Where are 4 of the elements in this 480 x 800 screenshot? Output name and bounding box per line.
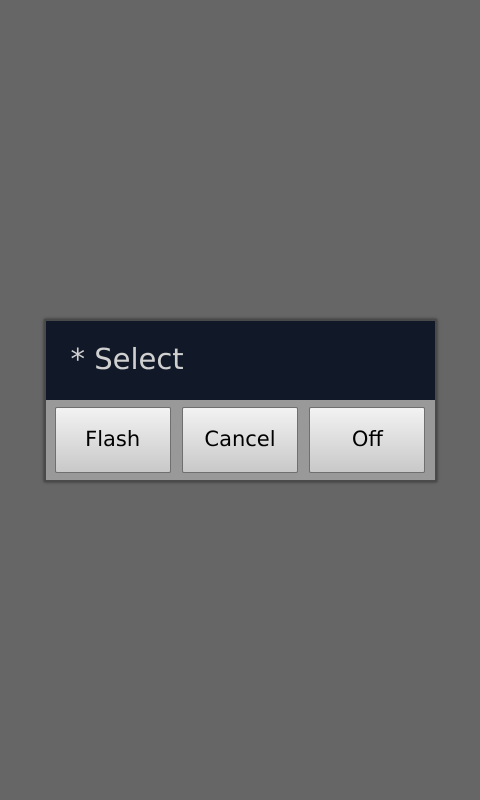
dialog-button[interactable]: Flash	[54, 406, 171, 472]
dialog-title: * Select	[70, 341, 184, 378]
dialog-button[interactable]: Cancel	[182, 406, 298, 472]
dialog-button[interactable]: Off	[309, 406, 426, 472]
